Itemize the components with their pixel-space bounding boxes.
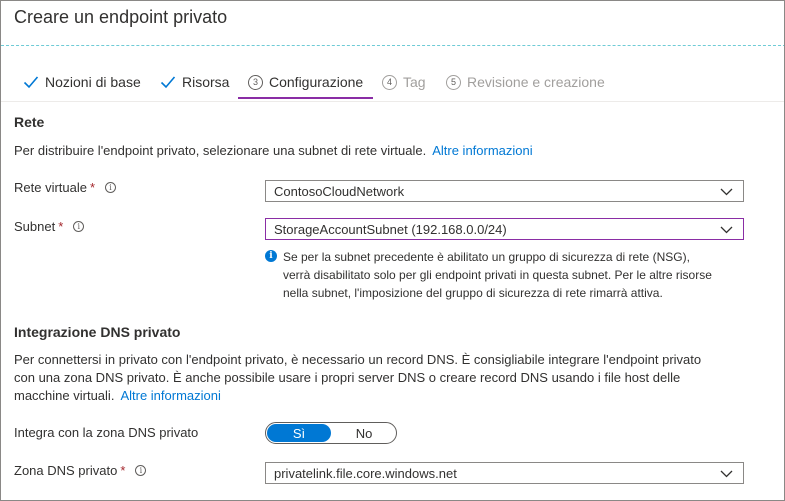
tab-configuration[interactable]: 3 Configurazione <box>238 67 374 99</box>
tab-tags[interactable]: 4 Tag <box>382 67 426 97</box>
info-icon[interactable]: i <box>105 182 117 193</box>
dns-description-line-text: macchine virtuali. <box>14 388 115 403</box>
page-title: Creare un endpoint privato <box>14 7 228 27</box>
dns-description-line: con una zona DNS privato. È anche possib… <box>14 370 681 385</box>
nsg-info-message: i Se per la subnet precedente è abilitat… <box>265 248 765 302</box>
wizard-tabs: Nozioni di base Risorsa 3 Configurazione… <box>1 67 784 101</box>
tab-label: Nozioni di base <box>45 74 141 90</box>
active-tab-indicator <box>238 97 374 99</box>
chevron-down-icon <box>720 226 733 234</box>
step-number-badge: 3 <box>248 74 263 90</box>
subnet-value: StorageAccountSubnet (192.168.0.0/24) <box>274 221 507 237</box>
nsg-info-text: Se per la subnet precedente è abilitato … <box>283 248 765 302</box>
virtual-network-label: Rete virtuale * i <box>14 180 117 195</box>
dns-zone-dropdown[interactable]: privatelink.file.core.windows.net <box>265 462 744 484</box>
chevron-down-icon <box>720 188 733 196</box>
network-description-text: Per distribuire l'endpoint privato, sele… <box>14 143 427 158</box>
tab-label: Risorsa <box>182 74 230 90</box>
subnet-label-text: Subnet <box>14 219 56 234</box>
dns-description-line: Per connettersi in privato con l'endpoin… <box>14 352 702 367</box>
network-description: Per distribuire l'endpoint privato, sele… <box>14 142 533 160</box>
toggle-option-no[interactable]: No <box>332 423 396 443</box>
network-section-title: Rete <box>14 114 45 130</box>
info-line: nella subnet, l'imposizione del gruppo d… <box>283 286 663 300</box>
info-filled-icon: i <box>265 250 277 262</box>
dns-section-title: Integrazione DNS privato <box>14 324 181 340</box>
virtual-network-dropdown[interactable]: ContosoCloudNetwork <box>265 180 744 202</box>
chevron-down-icon <box>720 470 733 478</box>
network-learn-more-link[interactable]: Altre informazioni <box>432 143 532 158</box>
integrate-dns-label: Integra con la zona DNS privato <box>14 425 199 440</box>
required-marker: * <box>120 463 126 478</box>
info-line: verrà disabilitato solo per gli endpoint… <box>283 268 712 282</box>
tab-label: Tag <box>403 74 426 90</box>
step-number-badge: 4 <box>382 74 397 90</box>
info-line: Se per la subnet precedente è abilitato … <box>283 250 690 264</box>
toggle-option-yes[interactable]: Sì <box>267 424 331 442</box>
tab-label: Revisione e creazione <box>467 74 605 90</box>
header-divider <box>1 45 784 46</box>
dns-zone-label-text: Zona DNS privato <box>14 463 118 478</box>
tab-basics[interactable]: Nozioni di base <box>23 67 141 97</box>
check-icon <box>160 76 176 89</box>
dns-zone-value: privatelink.file.core.windows.net <box>274 465 457 481</box>
dns-zone-label: Zona DNS privato * i <box>14 463 147 478</box>
tabs-divider <box>1 101 784 102</box>
required-marker: * <box>58 219 64 234</box>
step-number-badge: 5 <box>446 74 461 90</box>
virtual-network-value: ContosoCloudNetwork <box>274 183 405 199</box>
info-icon[interactable]: i <box>73 221 85 232</box>
dialog-frame: Creare un endpoint privato Nozioni di ba… <box>0 0 785 501</box>
dns-description: Per connettersi in privato con l'endpoin… <box>14 351 701 405</box>
dns-description-line: macchine virtuali. Altre informazioni <box>14 387 701 405</box>
dns-learn-more-link[interactable]: Altre informazioni <box>120 388 220 403</box>
subnet-dropdown[interactable]: StorageAccountSubnet (192.168.0.0/24) <box>265 218 744 240</box>
virtual-network-label-text: Rete virtuale <box>14 180 87 195</box>
required-marker: * <box>89 180 96 195</box>
info-icon[interactable]: i <box>135 465 147 476</box>
check-icon <box>23 76 39 89</box>
subnet-label: Subnet * i <box>14 219 85 234</box>
tab-resource[interactable]: Risorsa <box>160 67 229 97</box>
integrate-dns-toggle[interactable]: Sì No <box>265 422 397 444</box>
tab-label: Configurazione <box>269 74 364 90</box>
tab-review-create[interactable]: 5 Revisione e creazione <box>446 67 605 97</box>
